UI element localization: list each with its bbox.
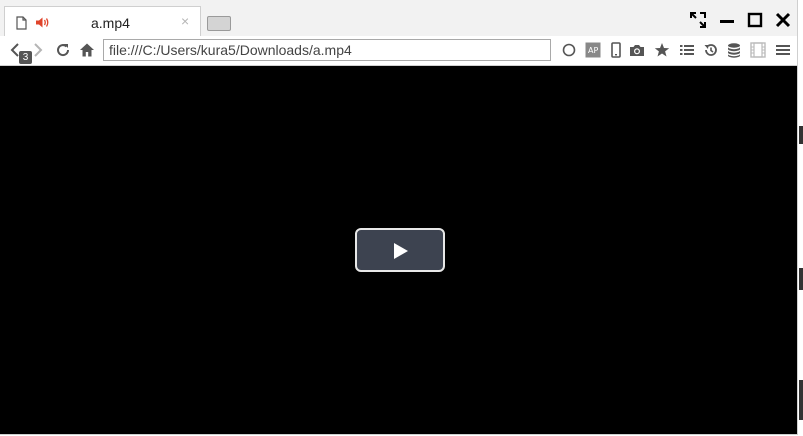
list-icon[interactable] (679, 42, 695, 58)
fullscreen-icon[interactable] (689, 11, 707, 29)
camera-icon[interactable] (629, 42, 645, 58)
navigation-toolbar: 3 file:///C:/Users/kura5/Downloads/a.mp4… (0, 36, 797, 66)
star-icon[interactable] (654, 42, 670, 58)
file-icon (16, 16, 27, 30)
mobile-icon[interactable] (608, 42, 624, 58)
window-edge-fragment (799, 268, 803, 290)
browser-window: a.mp4 × 3 file:///C:/Users/kura5/Downloa… (0, 0, 798, 435)
play-button[interactable] (355, 228, 445, 272)
maximize-icon[interactable] (746, 11, 764, 29)
play-icon (394, 243, 408, 259)
film-icon[interactable] (750, 42, 766, 58)
menu-icon[interactable] (775, 42, 791, 58)
title-bar: a.mp4 × (0, 0, 797, 37)
audio-playing-icon[interactable] (35, 16, 49, 29)
forward-icon[interactable] (32, 42, 44, 58)
minimize-icon[interactable] (718, 11, 736, 29)
close-icon[interactable]: × (181, 13, 189, 29)
history-icon[interactable] (703, 42, 719, 58)
address-bar[interactable]: file:///C:/Users/kura5/Downloads/a.mp4 (103, 39, 551, 61)
window-edge-fragment (799, 126, 803, 144)
svg-text:AP: AP (588, 46, 598, 55)
history-count-badge: 3 (19, 51, 32, 64)
home-icon[interactable] (79, 42, 95, 58)
new-tab-button[interactable] (207, 16, 231, 31)
tab-title: a.mp4 (91, 15, 130, 31)
close-icon[interactable] (774, 11, 792, 29)
tab-a-mp4[interactable]: a.mp4 × (4, 6, 201, 37)
circle-icon[interactable] (561, 42, 577, 58)
reload-icon[interactable] (55, 42, 71, 58)
database-icon[interactable] (726, 42, 742, 58)
translate-icon[interactable]: AP (585, 42, 601, 58)
window-edge-fragment (799, 380, 803, 420)
